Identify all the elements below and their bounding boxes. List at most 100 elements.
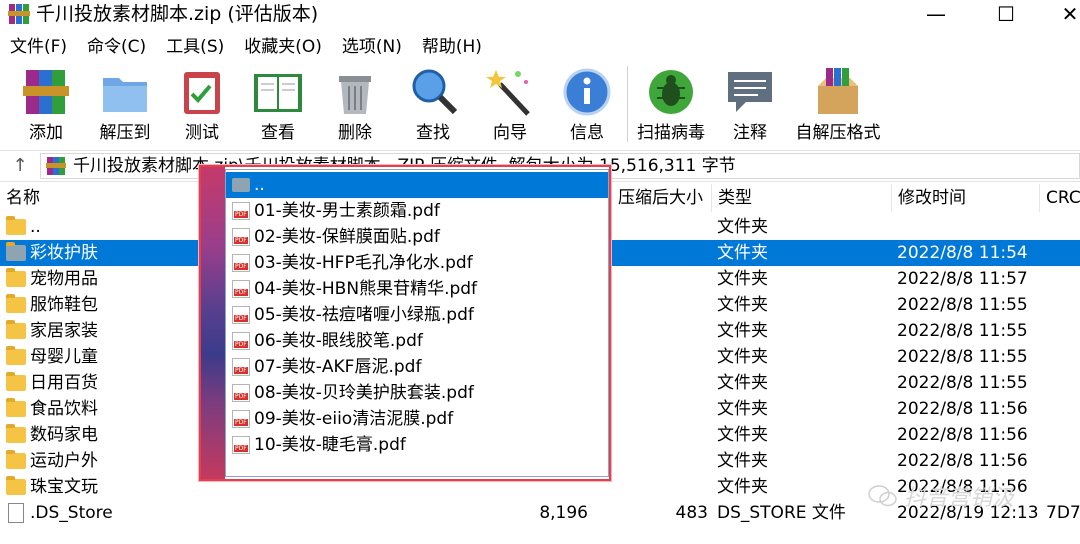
info-label: 信息 [570, 123, 604, 143]
menu-commands[interactable]: 命令(C) [77, 34, 156, 60]
menu-favorites[interactable]: 收藏夹(O) [234, 34, 332, 60]
row-name: 宠物用品 [30, 269, 98, 289]
minimize-button[interactable]: — [912, 0, 960, 28]
list-item[interactable]: 01-美妆-男士素颜霜.pdf [226, 198, 608, 224]
row-name: 运动户外 [30, 451, 98, 471]
row-name: .. [30, 217, 41, 237]
list-item-selected[interactable]: .. [226, 172, 608, 198]
list-item[interactable]: 04-美妆-HBN熊果苷精华.pdf [226, 276, 608, 302]
row-name: 彩妆护肤 [30, 243, 98, 263]
comment-button[interactable]: 注释 [718, 64, 782, 146]
folder-icon [6, 346, 26, 365]
extract-folder-icon [103, 78, 147, 112]
row-crc: 7D7 [1046, 503, 1080, 523]
scan-virus-button[interactable]: 扫描病毒 [632, 64, 710, 146]
row-type: 文件夹 [717, 269, 768, 289]
test-label: 测试 [185, 123, 219, 143]
list-item[interactable]: 08-美妆-贝玲美护肤套装.pdf [226, 380, 608, 406]
pdf-file-icon [232, 280, 250, 298]
list-item-label: 05-美妆-祛痘啫喱小绿瓶.pdf [254, 305, 474, 325]
menu-tools[interactable]: 工具(S) [156, 34, 234, 60]
row-type: 文件夹 [717, 217, 768, 237]
list-item-label: 04-美妆-HBN熊果苷精华.pdf [254, 279, 478, 299]
toolbar-separator [627, 66, 628, 142]
row-name: 母婴儿童 [30, 347, 98, 367]
sfx-button[interactable]: 自解压格式 [791, 64, 885, 146]
column-modified[interactable]: 修改时间 [892, 184, 1040, 212]
list-item[interactable]: 07-美妆-AKF唇泥.pdf [226, 354, 608, 380]
pdf-file-icon [232, 410, 250, 428]
row-date: 2022/8/8 11:56 [897, 399, 1028, 419]
popup-file-list: .. 01-美妆-男士素颜霜.pdf 02-美妆-保鲜膜面贴.pdf 03-美妆… [225, 169, 609, 477]
row-date: 2022/8/8 11:56 [897, 425, 1028, 445]
find-label: 查找 [416, 123, 450, 143]
archive-icon [46, 157, 66, 175]
row-date: 2022/8/8 11:55 [897, 321, 1028, 341]
menu-help[interactable]: 帮助(H) [412, 34, 492, 60]
row-type: 文件夹 [717, 399, 768, 419]
list-item-label: 02-美妆-保鲜膜面贴.pdf [254, 227, 440, 247]
row-name: 日用百货 [30, 373, 98, 393]
delete-button[interactable]: 删除 [323, 64, 387, 146]
comment-label: 注释 [733, 123, 767, 143]
row-type: 文件夹 [717, 295, 768, 315]
close-button[interactable]: ✕ [1046, 0, 1080, 28]
pdf-file-icon [232, 254, 250, 272]
scan-virus-label: 扫描病毒 [637, 123, 705, 143]
list-item-label: 07-美妆-AKF唇泥.pdf [254, 357, 422, 377]
list-item-label: 08-美妆-贝玲美护肤套装.pdf [254, 383, 474, 403]
pdf-file-icon [232, 384, 250, 402]
folder-icon [6, 294, 26, 313]
column-packed[interactable]: 压缩后大小 [612, 184, 712, 212]
row-date: 2022/8/8 11:55 [897, 347, 1028, 367]
test-clipboard-icon [184, 72, 220, 114]
folder-icon [6, 398, 26, 417]
extract-to-button[interactable]: 解压到 [90, 64, 160, 146]
wizard-label: 向导 [493, 123, 527, 143]
add-archive-icon [23, 70, 69, 114]
winrar-app-icon [8, 4, 30, 24]
pdf-file-icon [232, 202, 250, 220]
wizard-button[interactable]: 向导 [478, 64, 542, 146]
title-bar: 千川投放素材脚本.zip (评估版本) — ☐ ✕ [0, 0, 1080, 32]
pdf-file-icon [232, 306, 250, 324]
row-name: 家居家装 [30, 321, 98, 341]
test-button[interactable]: 测试 [170, 64, 234, 146]
folder-icon [6, 242, 26, 261]
up-folder-button[interactable]: ↑ [8, 155, 32, 177]
folder-icon [6, 216, 26, 235]
add-button[interactable]: 添加 [14, 64, 78, 146]
row-type: 文件夹 [717, 451, 768, 471]
list-item[interactable]: 05-美妆-祛痘啫喱小绿瓶.pdf [226, 302, 608, 328]
delete-label: 删除 [338, 123, 372, 143]
row-date: 2022/8/8 11:55 [897, 295, 1028, 315]
find-button[interactable]: 查找 [401, 64, 465, 146]
list-item-label: 01-美妆-男士素颜霜.pdf [254, 201, 440, 221]
row-type: 文件夹 [717, 243, 768, 263]
row-name: 服饰鞋包 [30, 295, 98, 315]
folder-icon [6, 476, 26, 495]
menu-file[interactable]: 文件(F) [0, 34, 77, 60]
row-size: 8,196 [539, 503, 588, 523]
view-button[interactable]: 查看 [246, 64, 310, 146]
row-type: 文件夹 [717, 347, 768, 367]
folder-icon [6, 450, 26, 469]
menu-options[interactable]: 选项(N) [332, 34, 412, 60]
info-button[interactable]: 信息 [555, 64, 619, 146]
pdf-file-icon [232, 436, 250, 454]
toolbar: 添加 解压到 测试 查看 删除 查找 向导 信息 扫描病毒 注释 自解压格式 [0, 62, 1080, 148]
window-title: 千川投放素材脚本.zip (评估版本) [36, 3, 319, 25]
row-name: 珠宝文玩 [30, 477, 98, 497]
column-type[interactable]: 类型 [712, 184, 892, 212]
folder-icon [232, 178, 250, 192]
folder-contents-popup: .. 01-美妆-男士素颜霜.pdf 02-美妆-保鲜膜面贴.pdf 03-美妆… [199, 165, 611, 481]
list-item[interactable]: 09-美妆-eiio清洁泥膜.pdf [226, 406, 608, 432]
virus-bug-icon [649, 70, 693, 114]
list-item[interactable]: 10-美妆-睫毛膏.pdf [226, 432, 608, 458]
list-item[interactable]: 02-美妆-保鲜膜面贴.pdf [226, 224, 608, 250]
list-item[interactable]: 03-美妆-HFP毛孔净化水.pdf [226, 250, 608, 276]
maximize-button[interactable]: ☐ [982, 0, 1030, 28]
list-item-label: 09-美妆-eiio清洁泥膜.pdf [254, 409, 454, 429]
column-crc[interactable]: CRC [1040, 184, 1080, 212]
list-item[interactable]: 06-美妆-眼线胶笔.pdf [226, 328, 608, 354]
